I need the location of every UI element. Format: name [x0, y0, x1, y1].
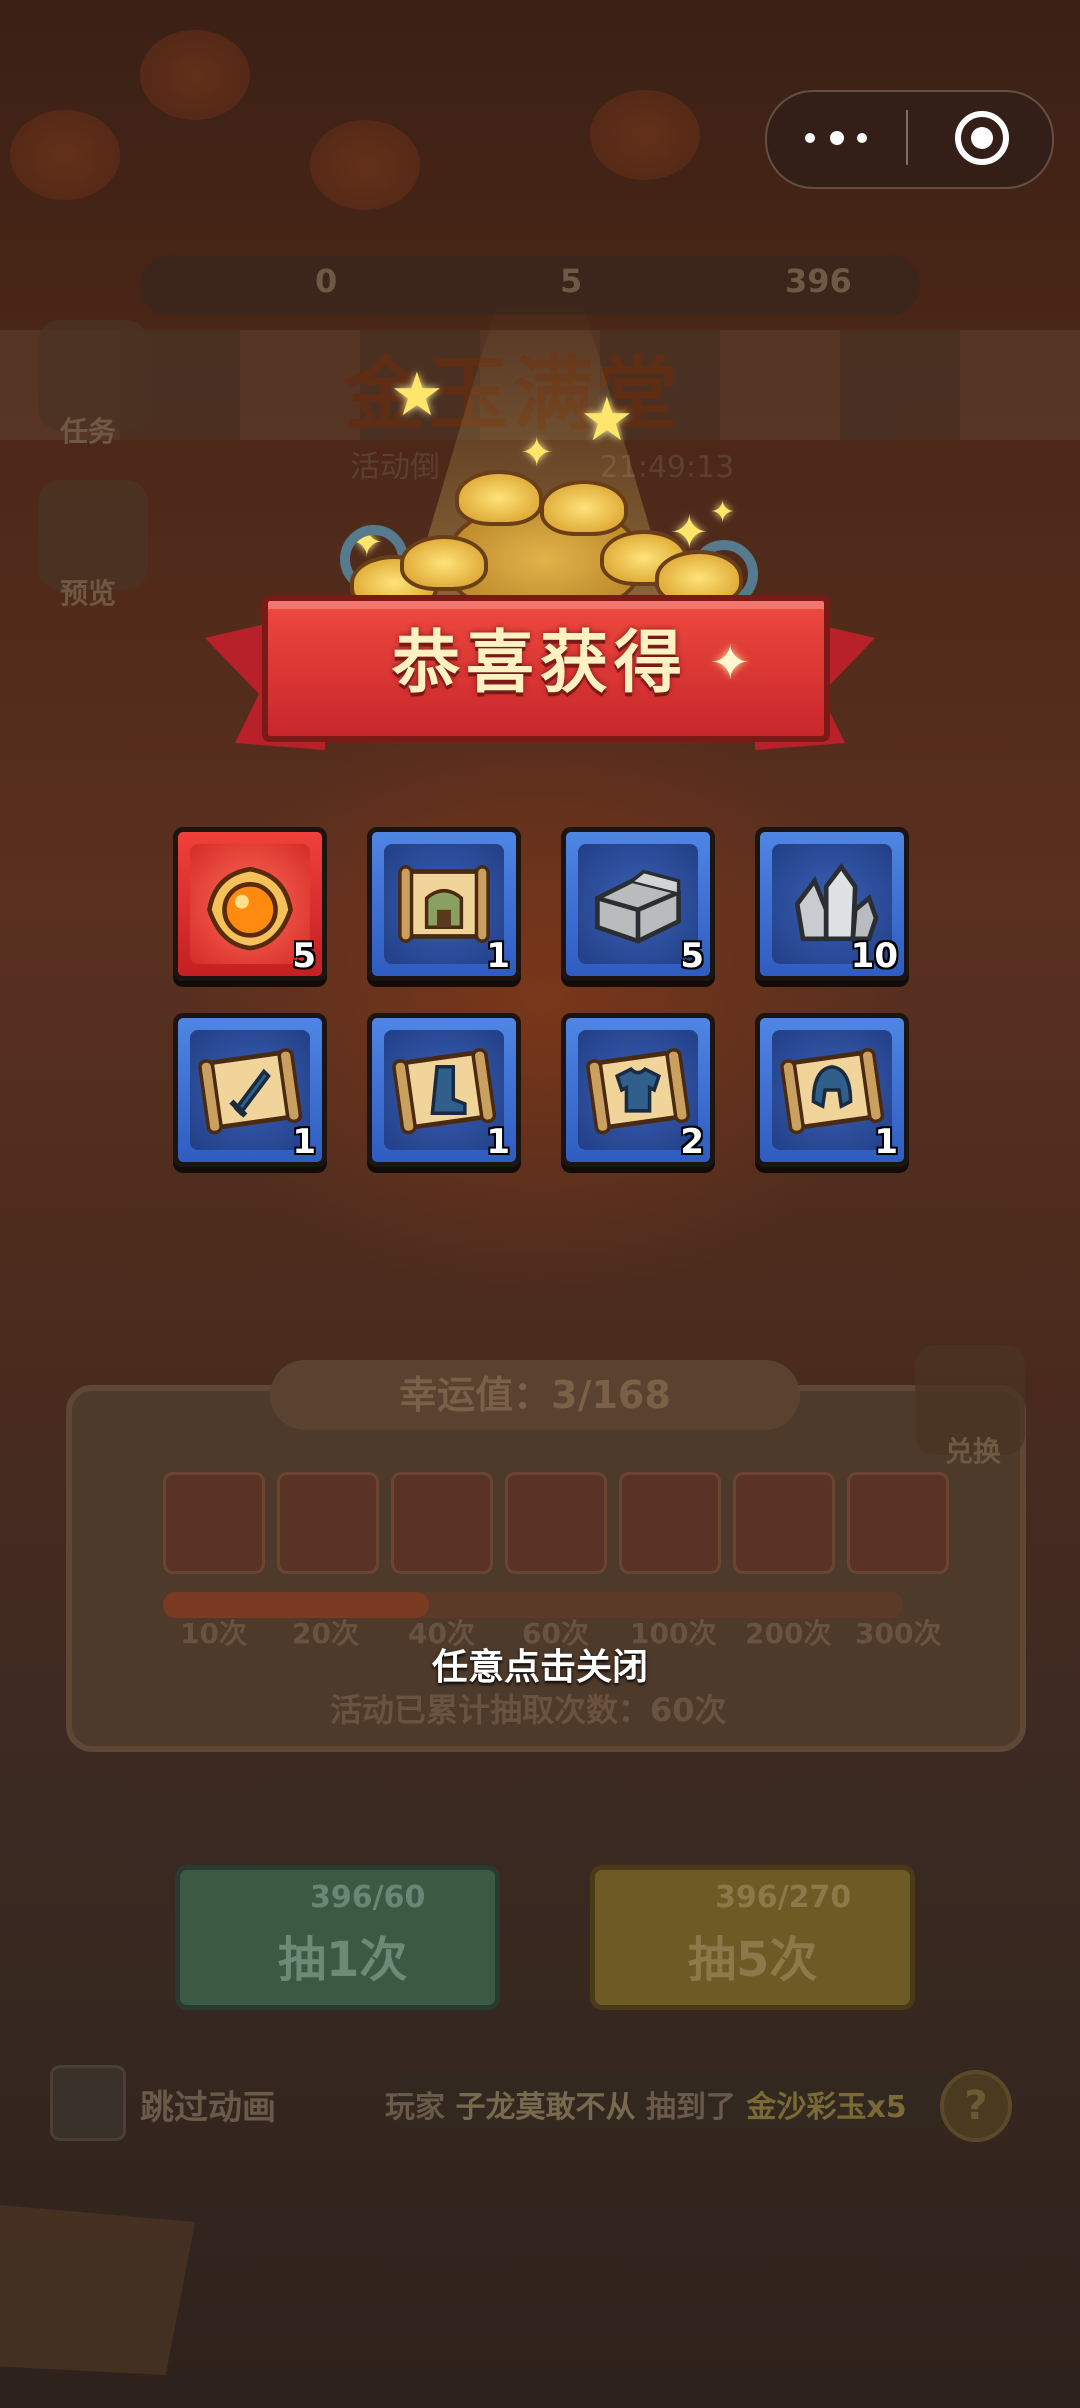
- capsule-divider: [906, 110, 908, 165]
- golden-orb-icon: [207, 866, 293, 951]
- target-circle-dot: [971, 127, 993, 149]
- back-button[interactable]: [0, 2205, 195, 2375]
- reward-item[interactable]: 5: [561, 827, 715, 981]
- sparkle-icon: ✦: [520, 430, 554, 476]
- lantern-decoration: [10, 110, 120, 200]
- ticker-player: 子龙莫敢不从: [455, 2090, 636, 2125]
- resource-ingot-count: 396: [785, 262, 852, 300]
- dot: [830, 131, 844, 145]
- reward-item[interactable]: 5: [173, 827, 327, 981]
- reward-count: 1: [486, 936, 510, 976]
- dot: [857, 133, 867, 143]
- star-icon: ★: [390, 360, 444, 430]
- resource-bag-count: 0: [315, 262, 338, 300]
- reward-count: 2: [680, 1122, 704, 1162]
- reward-item[interactable]: 10: [755, 827, 909, 981]
- lantern-decoration: [590, 90, 700, 180]
- draw-five-cost: 396/270: [715, 1880, 852, 1915]
- reward-count: 5: [292, 936, 316, 976]
- draw-ticker-text: 玩家 子龙莫敢不从 抽到了 金沙彩玉x5: [385, 2082, 907, 2126]
- milestone-tick: 300次: [855, 1617, 942, 1650]
- milestone-tick: 200次: [745, 1617, 832, 1650]
- lantern-decoration: [310, 120, 420, 210]
- scroll-gate-icon: [398, 865, 490, 943]
- reward-item[interactable]: 1: [755, 1013, 909, 1167]
- milestone-slot: [391, 1472, 493, 1574]
- ticker-prefix: 玩家: [385, 2090, 445, 2125]
- total-draws: 活动已累计抽取次数：60次: [330, 1691, 727, 1729]
- ticker-verb: 抽到了: [645, 2090, 736, 2125]
- draw-five-label: 抽5次: [688, 1932, 818, 1988]
- reward-item[interactable]: 1: [173, 1013, 327, 1167]
- ticker-item: 金沙彩玉x5: [746, 2090, 907, 2125]
- boot-scroll-icon: [392, 1048, 497, 1135]
- milestone-slot: [505, 1472, 607, 1574]
- skip-animation-checkbox[interactable]: [50, 2065, 126, 2141]
- star-icon: ★: [580, 385, 634, 455]
- reward-count: 1: [486, 1122, 510, 1162]
- draw-one-label: 抽1次: [278, 1932, 408, 1988]
- sword-scroll-icon: [198, 1048, 303, 1135]
- reward-item[interactable]: 1: [367, 827, 521, 981]
- reward-item[interactable]: 1: [367, 1013, 521, 1167]
- milestone-tick: 10次: [180, 1617, 247, 1650]
- reward-count: 1: [292, 1122, 316, 1162]
- reward-count: 1: [874, 1122, 898, 1162]
- sparkle-icon: ✦: [710, 635, 751, 691]
- reward-item[interactable]: 2: [561, 1013, 715, 1167]
- sparkle-icon: ✦: [710, 495, 736, 530]
- milestone-slot: [163, 1472, 265, 1574]
- milestone-slot: [277, 1472, 379, 1574]
- more-dots-icon[interactable]: [805, 118, 915, 158]
- skip-animation-label: 跳过动画: [140, 2088, 276, 2128]
- tap-to-close-hint[interactable]: 任意点击关闭: [340, 1638, 740, 1690]
- preview-label: 预览: [60, 577, 117, 610]
- armor-scroll-icon: [586, 1048, 691, 1135]
- lantern-decoration: [140, 30, 250, 120]
- gold-ingot-icon: [400, 535, 488, 591]
- helmet-scroll-icon: [780, 1048, 885, 1135]
- task-label: 任务: [60, 415, 117, 448]
- milestone-slot: [619, 1472, 721, 1574]
- dot: [805, 133, 815, 143]
- milestone-slot: [847, 1472, 949, 1574]
- gold-ingot-icon: [455, 470, 543, 526]
- reward-count: 10: [850, 936, 898, 976]
- stone-block-icon: [595, 869, 681, 944]
- exchange-label: 兑换: [945, 1435, 1002, 1468]
- gold-ingot-icon: [540, 480, 628, 536]
- resource-orb-count: 5: [560, 262, 583, 300]
- help-button[interactable]: ?: [940, 2070, 1012, 2142]
- reward-count: 5: [680, 936, 704, 976]
- milestone-slot: [733, 1472, 835, 1574]
- lucky-value: 幸运值：3/168: [270, 1360, 800, 1430]
- countdown-prefix: 活动倒: [350, 450, 440, 485]
- draw-one-cost: 396/60: [310, 1880, 426, 1915]
